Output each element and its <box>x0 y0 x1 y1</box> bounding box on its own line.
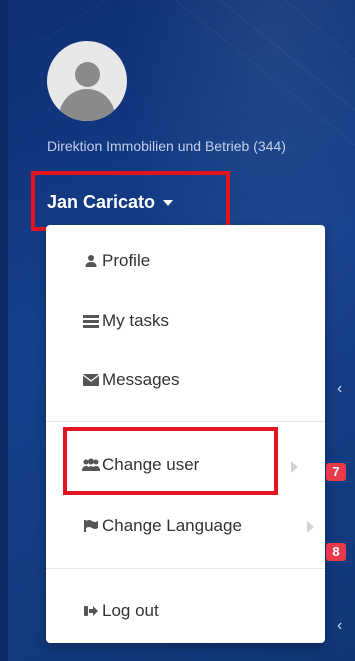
user-icon <box>82 252 100 270</box>
menu-item-profile[interactable]: Profile <box>82 249 150 273</box>
submenu-arrow-icon <box>291 461 298 473</box>
tasks-icon <box>82 312 100 330</box>
highlight-user-toggle <box>31 171 230 231</box>
avatar-head <box>75 62 100 87</box>
menu-item-messages[interactable]: Messages <box>82 368 179 392</box>
menu-item-my-tasks-label: My tasks <box>102 311 170 330</box>
menu-divider <box>46 421 325 422</box>
menu-item-messages-label: Messages <box>102 370 180 389</box>
notification-badge: 7 <box>326 463 346 481</box>
submenu-arrow-icon <box>307 521 314 533</box>
avatar <box>47 41 127 121</box>
chevron-left-icon[interactable]: ‹ <box>337 618 347 634</box>
notification-badge: 8 <box>326 543 346 561</box>
logout-icon <box>82 602 100 620</box>
menu-divider <box>46 568 325 569</box>
menu-item-change-language[interactable]: Change Language <box>82 514 242 538</box>
menu-item-profile-label: Profile <box>102 251 151 270</box>
menu-item-change-language-label: Change Language <box>102 516 242 535</box>
envelope-icon <box>82 371 100 389</box>
avatar-body <box>59 89 115 121</box>
menu-item-log-out-label: Log out <box>102 601 159 620</box>
highlight-change-user <box>63 427 278 495</box>
menu-item-log-out[interactable]: Log out <box>82 599 159 623</box>
menu-item-my-tasks[interactable]: My tasks <box>82 309 169 333</box>
chevron-left-icon[interactable]: ‹ <box>337 381 347 397</box>
flag-icon <box>82 517 100 535</box>
organization-label: Direktion Immobilien und Betrieb (344) <box>47 138 286 154</box>
sidebar-left-strip <box>0 0 8 661</box>
